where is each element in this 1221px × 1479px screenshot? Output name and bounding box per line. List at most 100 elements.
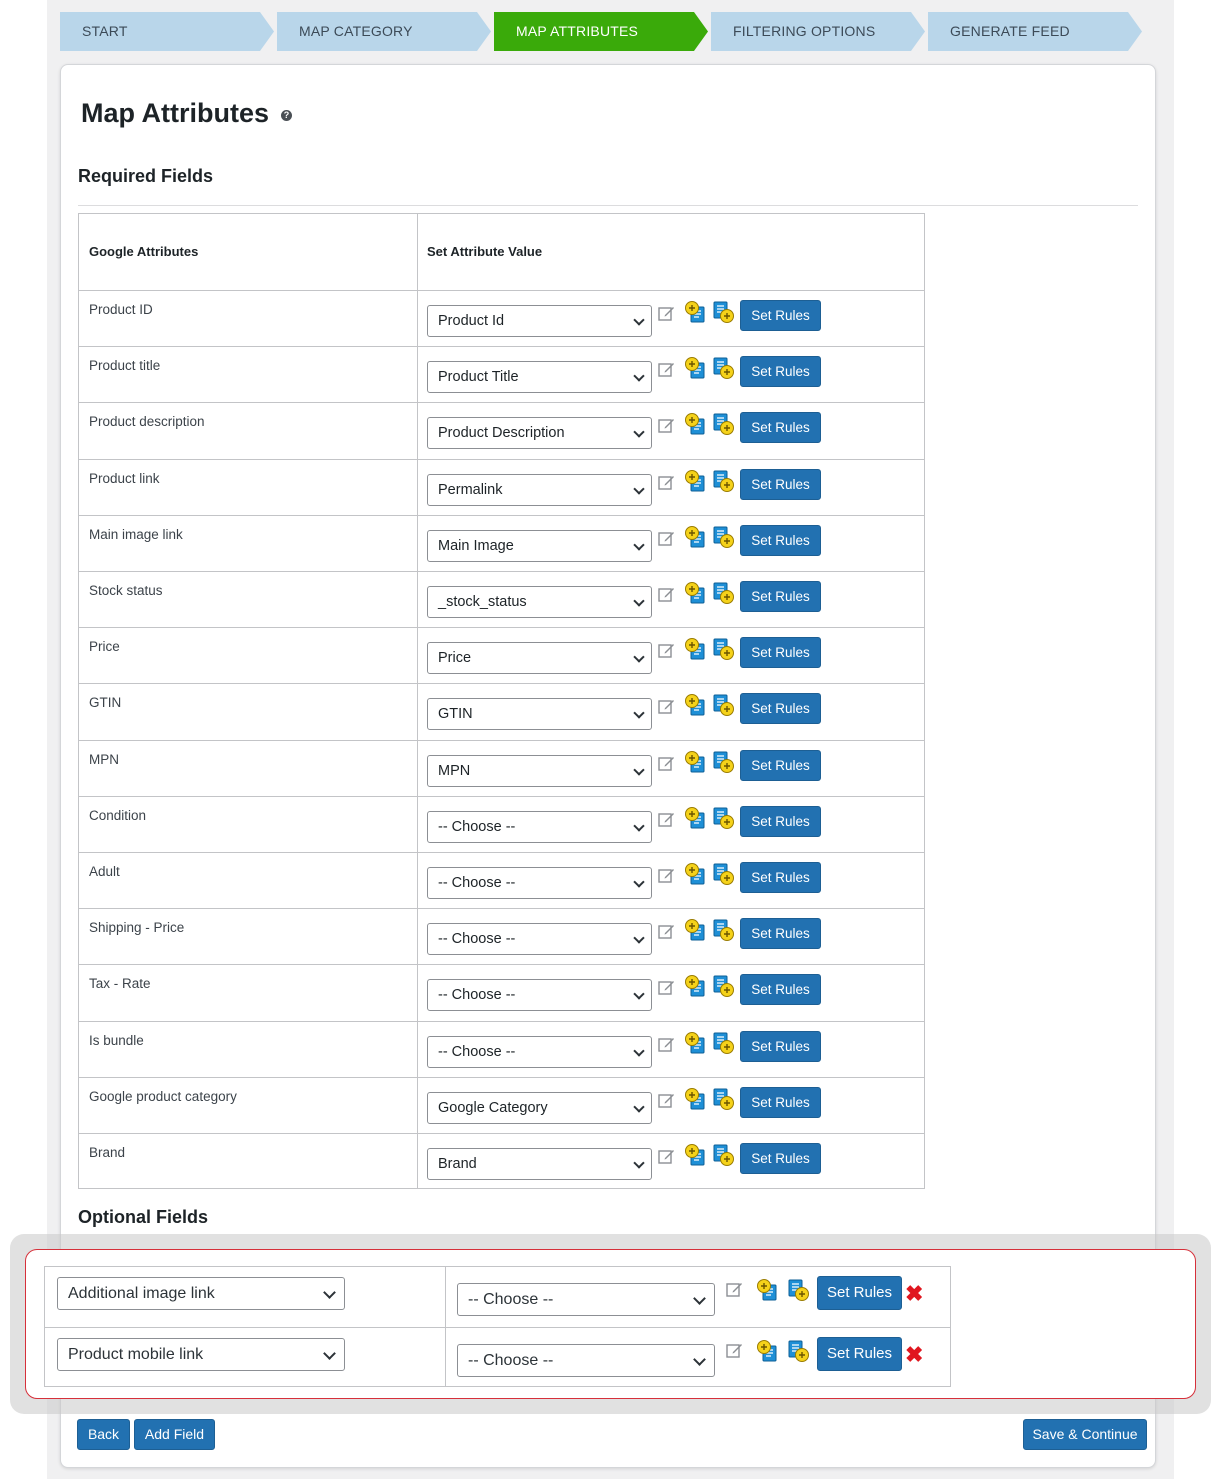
add-pattern-icon[interactable] (711, 693, 735, 717)
question-icon[interactable]: ? (281, 110, 292, 121)
edit-icon[interactable] (658, 811, 675, 828)
set-rules-button[interactable]: Set Rules (740, 524, 821, 556)
add-attribute-icon[interactable] (684, 356, 708, 380)
step-map-attributes[interactable]: MAP ATTRIBUTES (494, 12, 708, 51)
attribute-value-select[interactable]: -- Choose -- (427, 979, 652, 1012)
add-pattern-icon[interactable] (711, 637, 735, 661)
set-rules-button[interactable]: Set Rules (740, 412, 821, 444)
attribute-value-select[interactable]: Product Id (427, 305, 652, 337)
step-generate-feed[interactable]: GENERATE FEED (928, 12, 1142, 51)
add-attribute-icon[interactable] (684, 693, 708, 717)
optional-attribute-select[interactable]: Additional image link (57, 1277, 345, 1310)
set-rules-button[interactable]: Set Rules (740, 749, 821, 781)
add-attribute-icon[interactable] (684, 581, 708, 605)
edit-icon[interactable] (658, 1036, 675, 1053)
edit-icon[interactable] (658, 867, 675, 884)
edit-icon[interactable] (658, 979, 675, 996)
set-rules-button[interactable]: Set Rules (740, 356, 821, 388)
add-attribute-icon[interactable] (684, 974, 708, 998)
set-rules-button[interactable]: Set Rules (740, 300, 821, 331)
add-pattern-icon[interactable] (786, 1278, 810, 1302)
attribute-value-select[interactable]: Price (427, 642, 652, 675)
attribute-value-select[interactable]: Product Description (427, 417, 652, 450)
add-attribute-icon[interactable] (756, 1339, 780, 1363)
add-attribute-icon[interactable] (684, 806, 708, 830)
edit-icon[interactable] (658, 642, 675, 659)
edit-icon[interactable] (658, 1148, 675, 1165)
edit-icon[interactable] (658, 923, 675, 940)
add-pattern-icon[interactable] (711, 918, 735, 942)
set-rules-button[interactable]: Set Rules (740, 1030, 821, 1062)
attribute-value-select[interactable]: Main Image (427, 529, 652, 562)
edit-icon[interactable] (658, 530, 675, 547)
delete-icon[interactable]: ✖ (905, 1344, 923, 1366)
back-button[interactable]: Back (77, 1419, 130, 1450)
add-attribute-icon[interactable] (684, 1143, 708, 1167)
add-pattern-icon[interactable] (711, 862, 735, 886)
set-rules-button[interactable]: Set Rules (817, 1337, 902, 1371)
add-pattern-icon[interactable] (711, 1031, 735, 1055)
step-map-category[interactable]: MAP CATEGORY (277, 12, 491, 51)
add-attribute-icon[interactable] (684, 469, 708, 493)
edit-icon[interactable] (726, 1342, 743, 1359)
add-pattern-icon[interactable] (711, 1143, 735, 1167)
add-field-button[interactable]: Add Field (134, 1419, 215, 1450)
add-pattern-icon[interactable] (711, 750, 735, 774)
attribute-value-select[interactable]: _stock_status (427, 586, 652, 618)
attribute-value-select[interactable]: Brand (427, 1148, 652, 1180)
add-attribute-icon[interactable] (684, 1087, 708, 1111)
optional-value-select[interactable]: -- Choose -- (457, 1344, 715, 1377)
optional-value-select[interactable]: -- Choose -- (457, 1283, 715, 1316)
attribute-value-select[interactable]: Product Title (427, 361, 652, 394)
optional-attribute-select[interactable]: Product mobile link (57, 1338, 345, 1371)
save-continue-button[interactable]: Save & Continue (1023, 1419, 1147, 1450)
set-rules-button[interactable]: Set Rules (740, 805, 821, 837)
edit-icon[interactable] (658, 755, 675, 772)
edit-icon[interactable] (658, 417, 675, 434)
set-rules-button[interactable]: Set Rules (740, 468, 821, 500)
add-attribute-icon[interactable] (684, 862, 708, 886)
add-attribute-icon[interactable] (684, 918, 708, 942)
add-pattern-icon[interactable] (711, 469, 735, 493)
add-pattern-icon[interactable] (711, 581, 735, 605)
add-pattern-icon[interactable] (711, 356, 735, 380)
add-pattern-icon[interactable] (786, 1339, 810, 1363)
set-rules-button[interactable]: Set Rules (817, 1276, 902, 1310)
delete-icon[interactable]: ✖ (905, 1283, 923, 1305)
edit-icon[interactable] (658, 1092, 675, 1109)
add-attribute-icon[interactable] (684, 750, 708, 774)
step-filtering-options[interactable]: FILTERING OPTIONS (711, 12, 925, 51)
set-rules-button[interactable]: Set Rules (740, 581, 821, 612)
add-pattern-icon[interactable] (711, 806, 735, 830)
set-rules-button[interactable]: Set Rules (740, 862, 821, 893)
edit-icon[interactable] (658, 474, 675, 491)
attribute-value-select[interactable]: -- Choose -- (427, 810, 652, 843)
attribute-value-select[interactable]: -- Choose -- (427, 867, 652, 899)
add-attribute-icon[interactable] (684, 412, 708, 436)
add-attribute-icon[interactable] (684, 525, 708, 549)
add-attribute-icon[interactable] (756, 1278, 780, 1302)
add-pattern-icon[interactable] (711, 412, 735, 436)
edit-icon[interactable] (658, 305, 675, 322)
add-pattern-icon[interactable] (711, 525, 735, 549)
set-rules-button[interactable]: Set Rules (740, 974, 821, 1006)
set-rules-button[interactable]: Set Rules (740, 637, 821, 669)
add-attribute-icon[interactable] (684, 300, 708, 324)
add-pattern-icon[interactable] (711, 1087, 735, 1111)
add-pattern-icon[interactable] (711, 974, 735, 998)
step-start[interactable]: START (60, 12, 274, 51)
set-rules-button[interactable]: Set Rules (740, 1143, 821, 1174)
set-rules-button[interactable]: Set Rules (740, 693, 821, 725)
attribute-value-select[interactable]: -- Choose -- (427, 923, 652, 956)
add-attribute-icon[interactable] (684, 1031, 708, 1055)
edit-icon[interactable] (658, 586, 675, 603)
attribute-value-select[interactable]: -- Choose -- (427, 1035, 652, 1068)
attribute-value-select[interactable]: GTIN (427, 698, 652, 731)
set-rules-button[interactable]: Set Rules (740, 1086, 821, 1118)
attribute-value-select[interactable]: Google Category (427, 1091, 652, 1124)
edit-icon[interactable] (726, 1281, 743, 1298)
add-attribute-icon[interactable] (684, 637, 708, 661)
edit-icon[interactable] (658, 361, 675, 378)
attribute-value-select[interactable]: MPN (427, 754, 652, 787)
edit-icon[interactable] (658, 698, 675, 715)
